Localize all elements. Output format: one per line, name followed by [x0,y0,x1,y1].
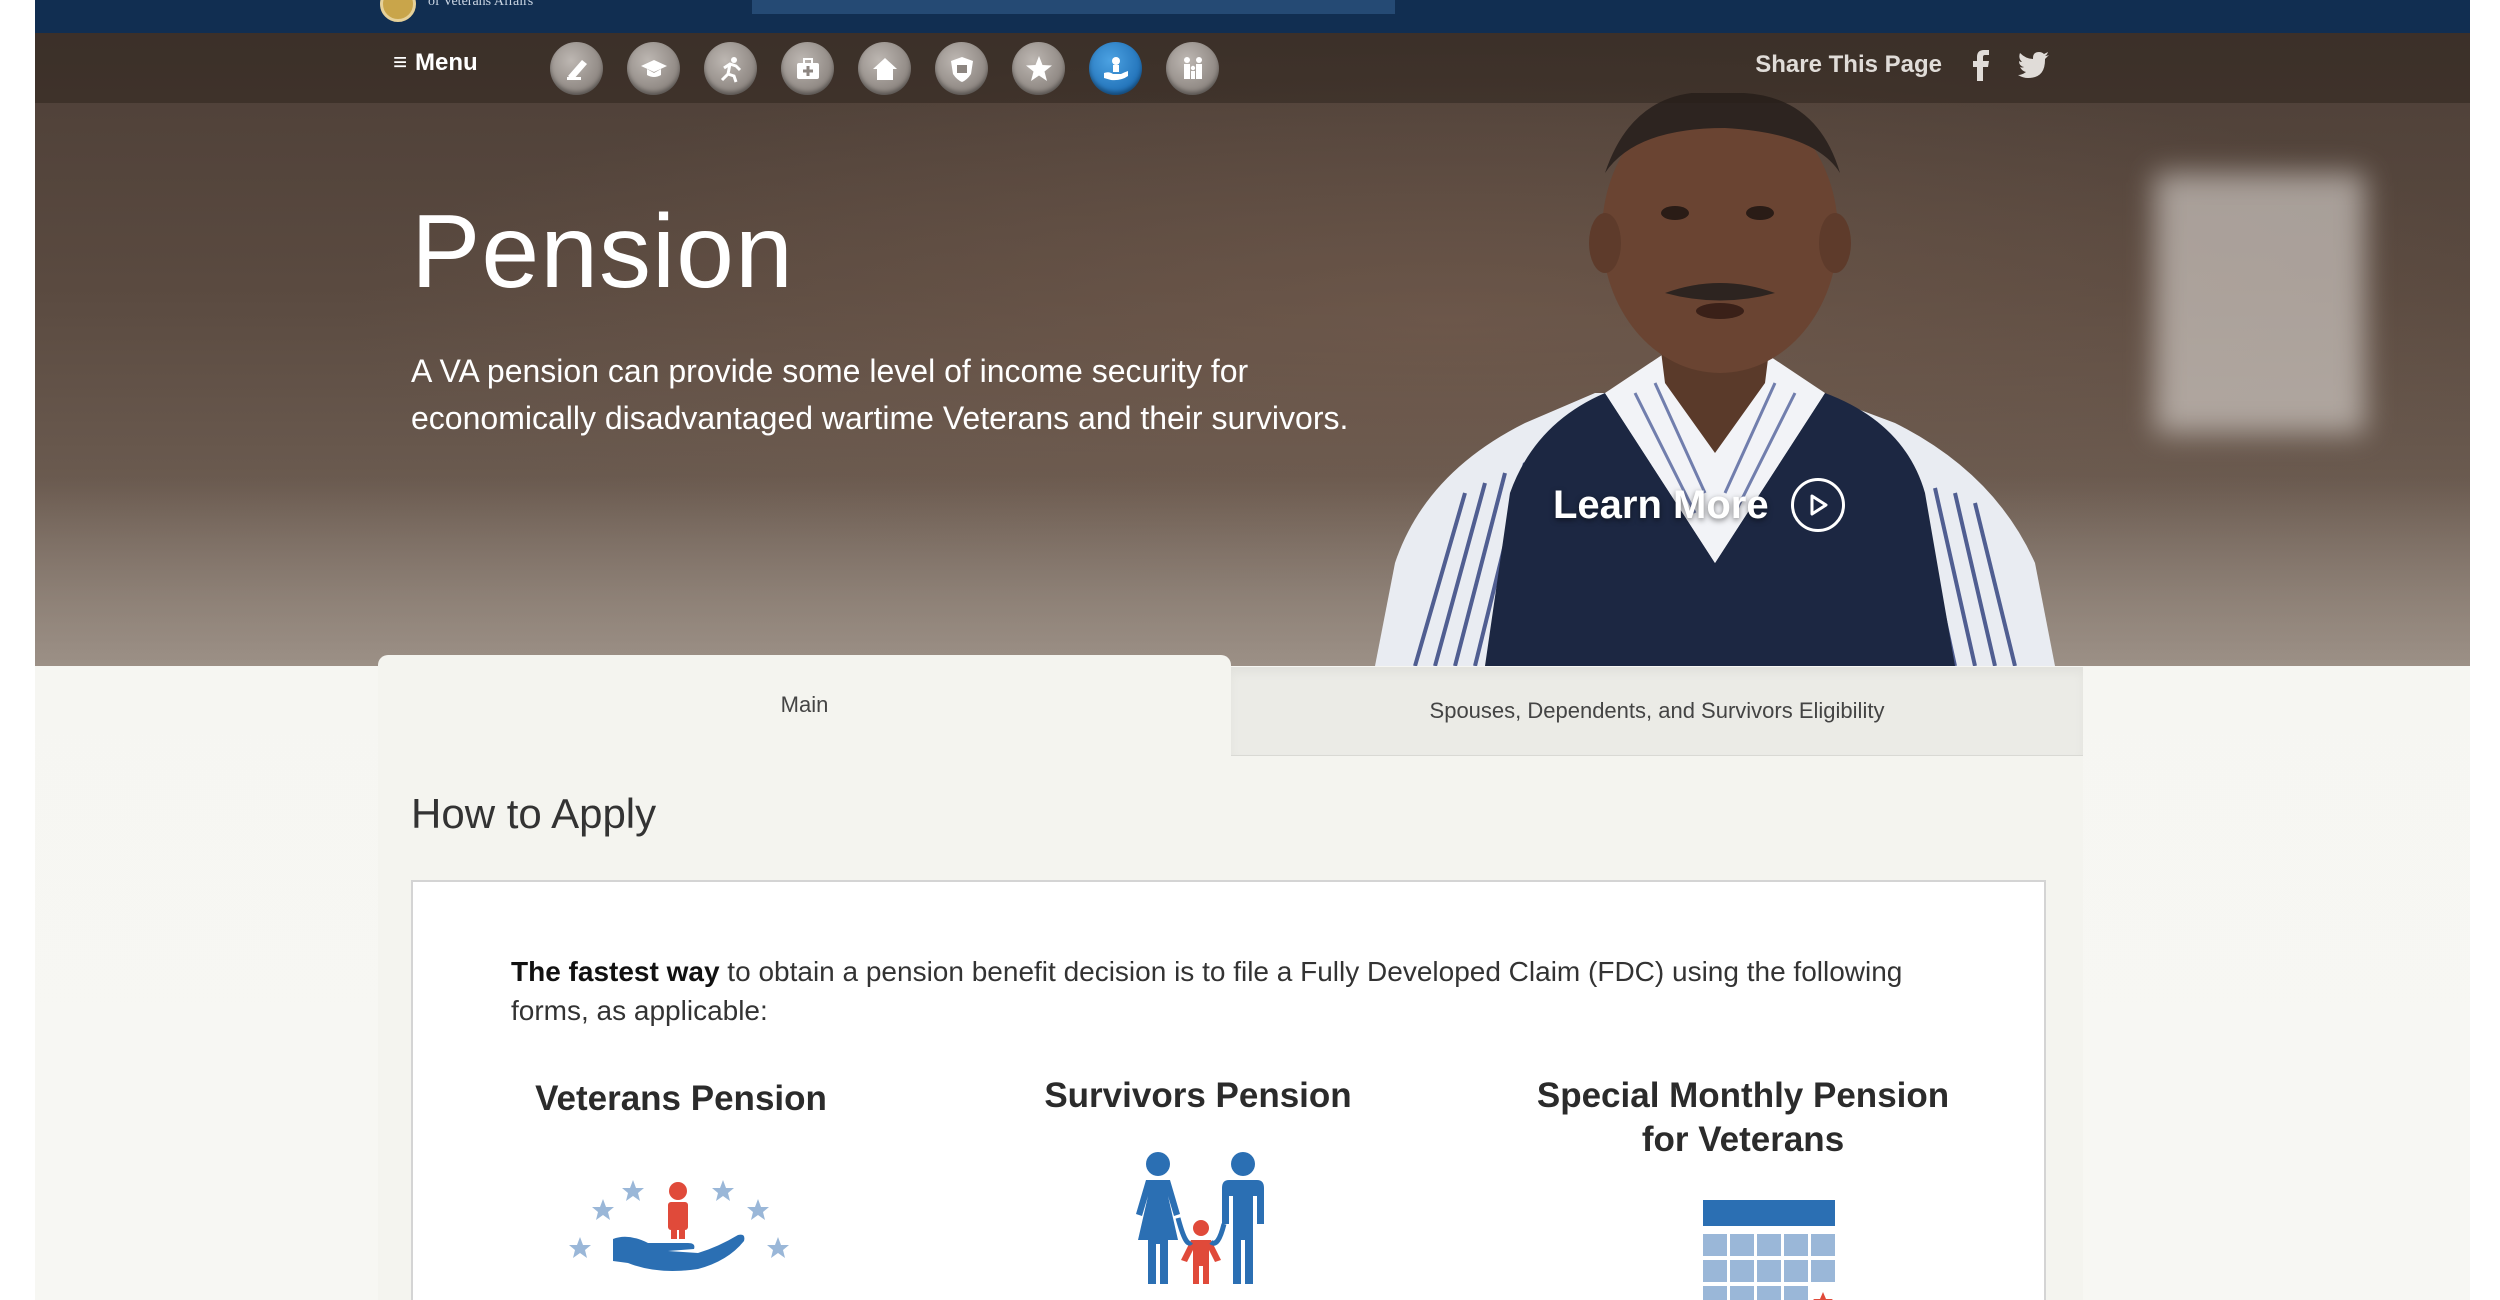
intro-rest: to obtain a pension benefit decision is … [511,956,1903,1026]
disability-icon[interactable] [550,42,603,95]
veterans-pension-title[interactable]: Veterans Pension [511,1077,851,1121]
burials-memorials-icon[interactable] [1012,42,1065,95]
life-insurance-icon[interactable] [935,42,988,95]
tab-spouses-dependents-survivors[interactable]: Spouses, Dependents, and Survivors Eligi… [1231,667,2083,756]
hero-description: A VA pension can provide some level of i… [411,353,1349,436]
tab-main-label: Main [780,692,829,717]
va-seal-logo[interactable] [380,0,416,22]
hero-banner: ≡ Menu Share This Page Pension A VA pens… [35,33,2470,666]
pension-icon[interactable] [1089,42,1142,95]
calendar-icon[interactable] [1703,1200,1835,1300]
tab-spouses-label: Spouses, Dependents, and Survivors Eligi… [1429,698,1885,723]
health-care-icon[interactable] [781,42,834,95]
search-bar[interactable] [752,0,1395,14]
veteran-portrait [1375,93,2055,666]
careers-icon[interactable] [704,42,757,95]
survivors-pension-title[interactable]: Survivors Pension [1013,1074,1383,1118]
page: of Veterans Affairs ≡ Menu Share This Pa… [35,0,2470,1300]
learn-more-label: Learn More [1553,482,1769,527]
veteran-hand-stars-icon[interactable] [568,1177,798,1287]
how-to-apply-card: The fastest way to obtain a pension bene… [411,880,2046,1300]
family-survivors-icon[interactable] [1128,1152,1273,1287]
education-icon[interactable] [627,42,680,95]
share-page: Share This Page [1755,49,2050,81]
learn-more-button[interactable]: Learn More [1553,478,1845,532]
background-window [2155,173,2365,433]
tab-main[interactable]: Main [378,655,1231,755]
play-icon [1790,478,1845,532]
housing-icon[interactable] [858,42,911,95]
facebook-icon[interactable] [1968,49,1992,81]
hamburger-icon: ≡ [393,49,408,76]
page-title: Pension [411,194,794,310]
main-navbar: ≡ Menu Share This Page [35,33,2470,103]
how-to-apply-heading: How to Apply [411,790,657,837]
intro-bold: The fastest way [511,956,720,987]
intro-text: The fastest way to obtain a pension bene… [511,952,1961,1030]
va-org-name[interactable]: of Veterans Affairs [428,0,533,10]
tab-bar: Main Spouses, Dependents, and Survivors … [378,655,2083,756]
menu-label: Menu [415,49,478,76]
twitter-icon[interactable] [2018,52,2050,78]
share-label: Share This Page [1755,51,1942,78]
benefit-icons-nav [550,42,1219,95]
va-top-bar: of Veterans Affairs [35,0,2470,33]
menu-button[interactable]: ≡ Menu [393,49,478,77]
special-monthly-pension-title[interactable]: Special Monthly Pension for Veterans [1533,1074,1953,1162]
family-icon[interactable] [1166,42,1219,95]
